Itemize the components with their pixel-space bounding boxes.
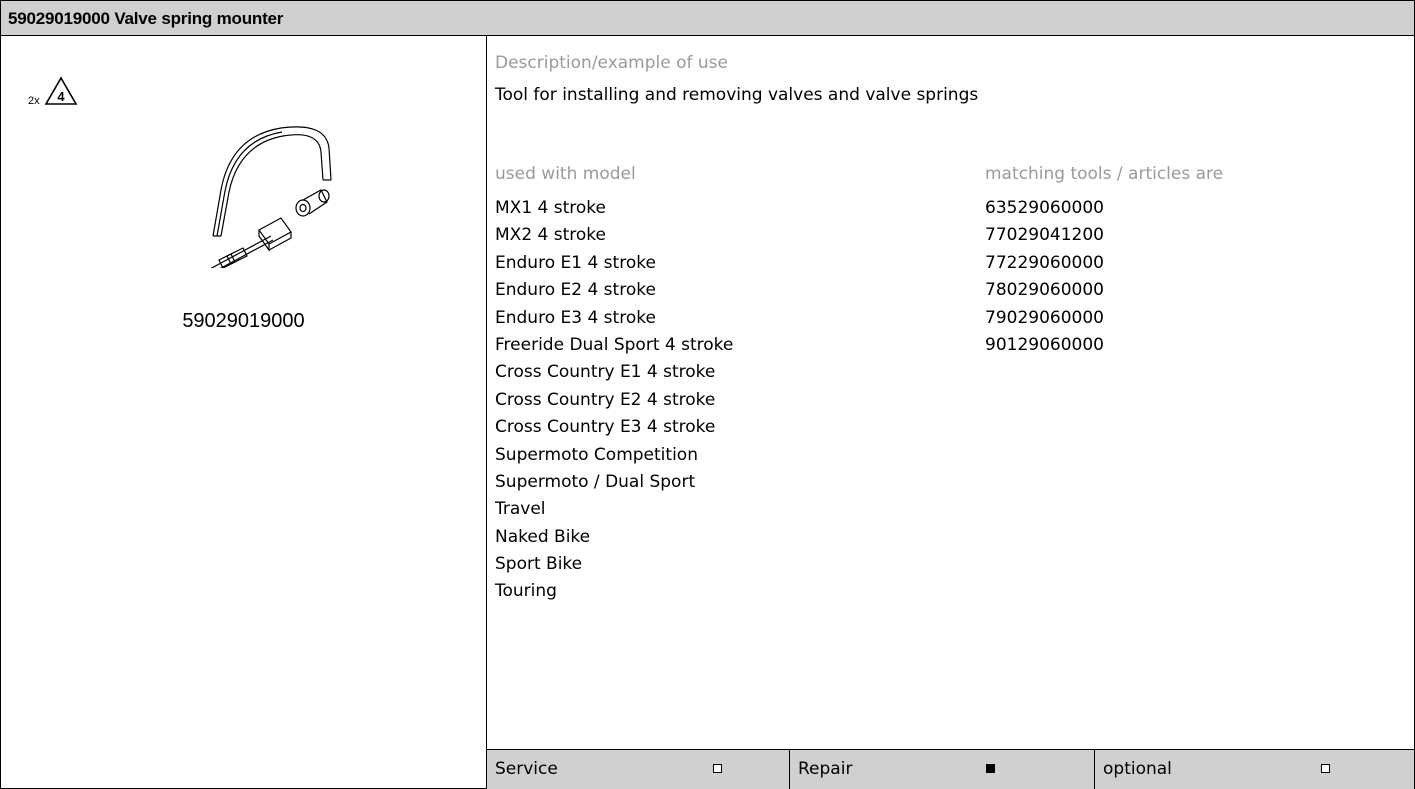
warning-number: 4: [57, 89, 65, 104]
matching-tool-item: 77029041200: [985, 225, 1104, 246]
optional-checkbox[interactable]: [1321, 764, 1330, 773]
matching-tools-list: 63529060000 77029041200 77229060000 7802…: [985, 195, 1104, 359]
model-item: Enduro E3 4 stroke: [495, 307, 656, 328]
model-item: Freeride Dual Sport 4 stroke: [495, 334, 734, 355]
models-label: used with model: [495, 164, 636, 184]
model-item: Sport Bike: [495, 554, 583, 575]
optional-label: optional: [1103, 759, 1172, 779]
optional-cell: optional: [1095, 750, 1414, 789]
model-item: Supermoto Competition: [495, 444, 698, 465]
quantity-label: 2x: [28, 95, 40, 107]
model-item: Cross Country E2 4 stroke: [495, 389, 716, 410]
matching-tool-item: 78029060000: [985, 280, 1104, 301]
image-panel: 2x 4 59029019000: [1, 36, 487, 788]
models-list: MX1 4 stroke MX2 4 stroke Enduro E1 4 st…: [495, 195, 733, 606]
valve-spring-mounter-image: [210, 126, 332, 268]
usage-footer: Service Repair optional: [487, 749, 1414, 789]
matching-tool-item: 90129060000: [985, 334, 1104, 355]
tool-card: 59029019000 Valve spring mounter 2x 4 59…: [0, 0, 1415, 789]
image-part-number: 59029019000: [182, 310, 305, 332]
card-header: 59029019000 Valve spring mounter: [1, 1, 1414, 36]
model-item: Travel: [495, 499, 546, 520]
service-label: Service: [495, 759, 558, 779]
model-item: Naked Bike: [495, 526, 591, 547]
service-checkbox[interactable]: [713, 764, 722, 773]
model-item: Cross Country E1 4 stroke: [495, 362, 716, 383]
model-item: Enduro E2 4 stroke: [495, 280, 656, 301]
model-item: MX2 4 stroke: [495, 225, 606, 246]
model-item: Enduro E1 4 stroke: [495, 252, 656, 273]
warning-triangle-icon: 4: [44, 76, 78, 105]
details-panel: Description/example of use Tool for inst…: [487, 36, 1414, 788]
repair-cell: Repair: [790, 750, 1095, 789]
model-item: Supermoto / Dual Sport: [495, 471, 696, 492]
description-label: Description/example of use: [495, 53, 729, 73]
matching-tools-label: matching tools / articles are: [985, 164, 1224, 184]
description-text: Tool for installing and removing valves …: [495, 85, 979, 105]
card-title: 59029019000 Valve spring mounter: [8, 9, 284, 28]
model-item: Touring: [495, 581, 557, 602]
matching-tool-item: 63529060000: [985, 198, 1104, 218]
service-cell: Service: [487, 750, 790, 789]
model-item: MX1 4 stroke: [495, 198, 606, 218]
model-item: Cross Country E3 4 stroke: [495, 417, 716, 438]
repair-label: Repair: [798, 759, 853, 779]
repair-checkbox[interactable]: [986, 764, 995, 773]
matching-tool-item: 79029060000: [985, 307, 1104, 328]
matching-tool-item: 77229060000: [985, 252, 1104, 273]
